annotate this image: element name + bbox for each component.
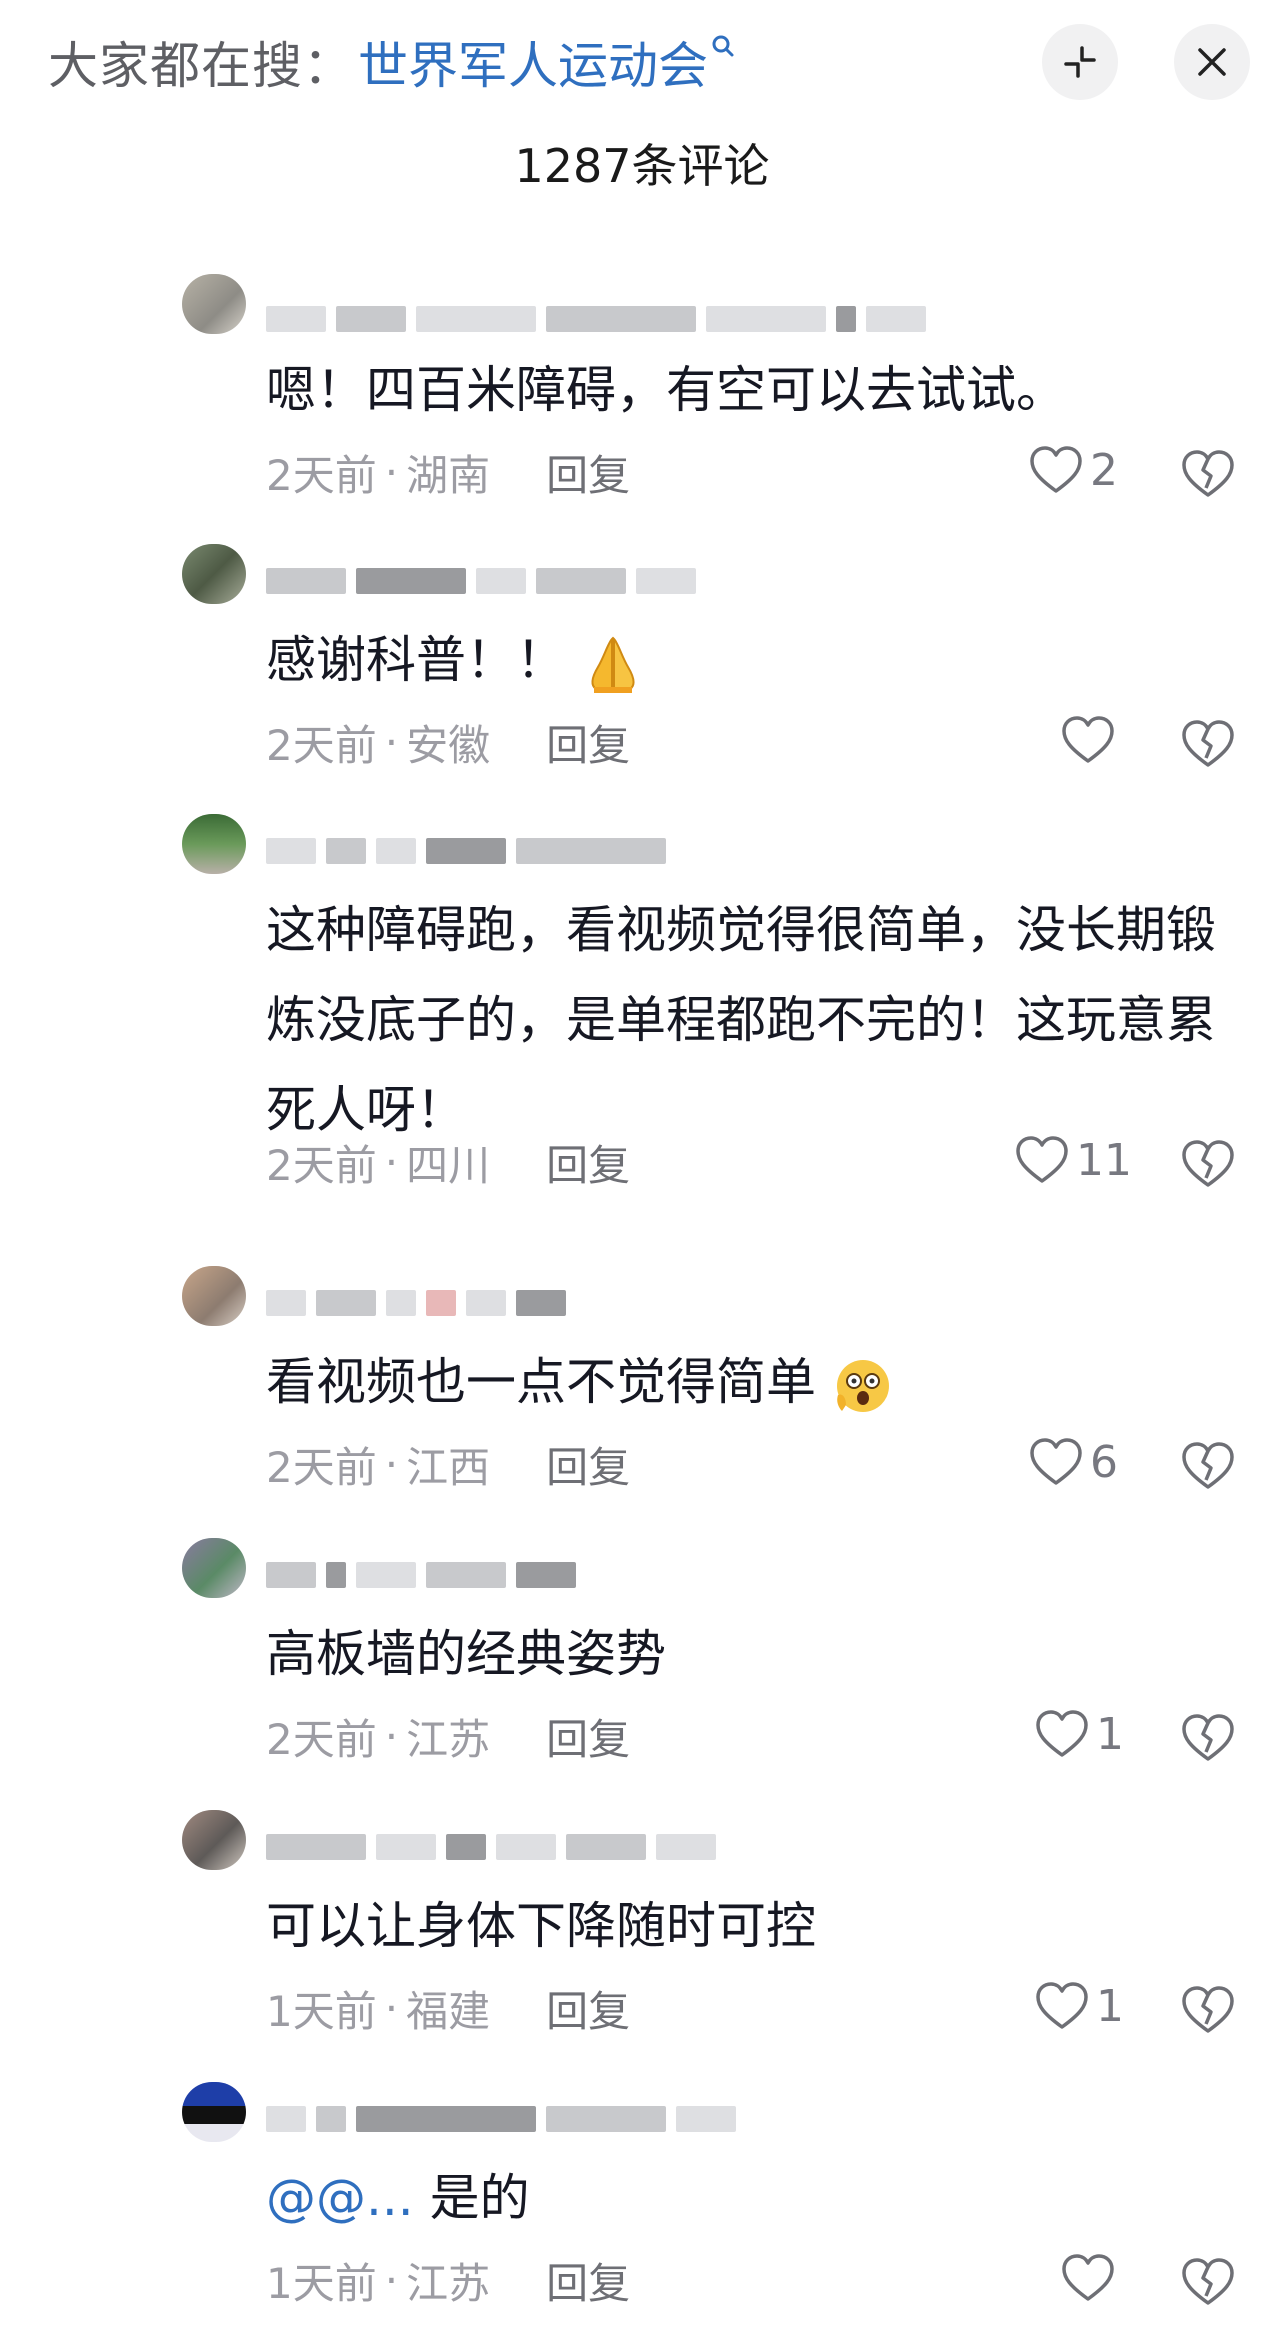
search-term[interactable]: 世界军人运动会	[358, 26, 708, 98]
heart-icon	[1030, 1438, 1082, 1485]
like-button[interactable]	[1060, 714, 1122, 766]
comment-item: 嗯！四百米障碍，有空可以去试试。 2天前 · 湖南 回复 2	[0, 270, 1284, 520]
avatar[interactable]	[182, 2082, 246, 2142]
reply-button[interactable]: 回复	[546, 712, 630, 773]
reply-button[interactable]: 回复	[546, 1978, 630, 2039]
comment-time: 2天前	[266, 720, 377, 770]
username-blurred[interactable]	[266, 1828, 716, 1866]
comment-location: 福建	[406, 1986, 491, 2036]
comment-text: 看视频也一点不觉得简单	[266, 1337, 1246, 1427]
broken-heart-icon[interactable]	[1180, 2254, 1236, 2310]
comment-time: 2天前	[266, 1140, 377, 1190]
comment-meta: 2天前 · 安徽 回复	[266, 712, 630, 772]
comment-time: 2天前	[266, 1442, 377, 1492]
comment-count-title: 1287条评论	[514, 139, 770, 193]
heart-icon	[1036, 1710, 1088, 1757]
shocked-face-emoji-icon	[836, 1359, 889, 1412]
reply-button[interactable]: 回复	[546, 1434, 630, 1495]
reply-button[interactable]: 回复	[546, 2250, 630, 2311]
avatar[interactable]	[182, 1810, 246, 1870]
like-button[interactable]: 1	[1034, 1708, 1124, 1760]
close-icon	[1198, 48, 1226, 76]
folded-hands-emoji-icon	[591, 636, 635, 693]
reply-button[interactable]: 回复	[546, 1132, 630, 1193]
comment-text: 感谢科普！！	[266, 615, 1246, 705]
username-blurred[interactable]	[266, 2100, 736, 2138]
comment-text: 这种障碍跑，看视频觉得很简单，没长期锻炼没底子的，是单程都跑不完的！这玩意累死人…	[266, 901, 1216, 1139]
comment-location: 湖南	[406, 450, 491, 500]
comment-meta: 1天前 · 福建 回复	[266, 1978, 630, 2038]
comment-item: 看视频也一点不觉得简单 2天前 · 江西 回复 6	[0, 1262, 1284, 1512]
mention-link[interactable]: @@...	[266, 2169, 414, 2227]
comment-meta: 1天前 · 江苏 回复	[266, 2250, 630, 2310]
search-icon[interactable]	[710, 33, 736, 63]
broken-heart-icon[interactable]	[1180, 1136, 1236, 1192]
comment-text: 可以让身体下降随时可控	[266, 1897, 816, 1955]
comment-meta: 2天前 · 湖南 回复	[266, 442, 630, 502]
broken-heart-icon[interactable]	[1180, 716, 1236, 772]
like-count: 2	[1090, 444, 1118, 496]
username-blurred[interactable]	[266, 300, 926, 338]
reply-button[interactable]: 回复	[546, 442, 630, 503]
comment-meta: 2天前 · 四川 回复	[266, 1132, 630, 1192]
like-button[interactable]: 1	[1034, 1980, 1124, 2032]
username-blurred[interactable]	[266, 1556, 576, 1594]
comment-location: 江苏	[406, 2258, 491, 2308]
like-count: 6	[1090, 1436, 1118, 1488]
comment-item: @@... 是的 1天前 · 江苏 回复	[0, 2078, 1284, 2328]
avatar[interactable]	[182, 544, 246, 604]
search-prefix: 大家都在搜：	[48, 37, 354, 95]
comment-location: 江苏	[406, 1714, 491, 1764]
broken-heart-icon[interactable]	[1180, 1710, 1236, 1766]
comment-location: 四川	[406, 1140, 491, 1190]
comment-meta: 2天前 · 江苏 回复	[266, 1706, 630, 1766]
like-count: 1	[1096, 1980, 1124, 2032]
heart-icon	[1016, 1136, 1068, 1183]
comment-text: 嗯！四百米障碍，有空可以去试试。	[266, 361, 1066, 419]
like-count: 11	[1076, 1134, 1132, 1186]
comment-item: 高板墙的经典姿势 2天前 · 江苏 回复 1	[0, 1534, 1284, 1784]
comment-text-body: 看视频也一点不觉得简单	[266, 1353, 816, 1411]
like-button[interactable]: 6	[1028, 1436, 1118, 1488]
avatar[interactable]	[182, 814, 246, 874]
like-count: 1	[1096, 1708, 1124, 1760]
heart-icon	[1062, 2254, 1114, 2301]
reply-button[interactable]: 回复	[546, 1706, 630, 1767]
heart-icon	[1062, 716, 1114, 763]
comment-location: 江西	[406, 1442, 491, 1492]
close-button[interactable]	[1174, 24, 1250, 100]
comment-text-body: 是的	[413, 2169, 530, 2227]
avatar[interactable]	[182, 1266, 246, 1326]
like-button[interactable]: 2	[1028, 444, 1118, 496]
avatar[interactable]	[182, 1538, 246, 1598]
search-suggestion[interactable]: 大家都在搜： 世界军人运动会	[48, 22, 736, 102]
username-blurred[interactable]	[266, 832, 666, 870]
like-button[interactable]	[1060, 2252, 1122, 2304]
avatar[interactable]	[182, 274, 246, 334]
comment-item: 这种障碍跑，看视频觉得很简单，没长期锻炼没底子的，是单程都跑不完的！这玩意累死人…	[0, 810, 1284, 1210]
collapse-icon	[1064, 46, 1096, 78]
comment-time: 1天前	[266, 2258, 377, 2308]
collapse-button[interactable]	[1042, 24, 1118, 100]
comment-time: 2天前	[266, 450, 377, 500]
comment-location: 安徽	[406, 720, 491, 770]
username-blurred[interactable]	[266, 562, 696, 600]
comment-text: @@... 是的	[266, 2153, 1246, 2243]
comment-time: 2天前	[266, 1714, 377, 1764]
comment-item: 可以让身体下降随时可控 1天前 · 福建 回复 1	[0, 1806, 1284, 2056]
comment-time: 1天前	[266, 1986, 377, 2036]
username-blurred[interactable]	[266, 1284, 566, 1322]
heart-icon	[1030, 446, 1082, 493]
comment-meta: 2天前 · 江西 回复	[266, 1434, 630, 1494]
comment-text-body: 感谢科普！！	[266, 631, 566, 689]
like-button[interactable]: 11	[1014, 1134, 1132, 1186]
comment-item: 感谢科普！！ 2天前 · 安徽 回复	[0, 540, 1284, 790]
comment-text: 高板墙的经典姿势	[266, 1625, 666, 1683]
heart-icon	[1036, 1982, 1088, 2029]
broken-heart-icon[interactable]	[1180, 1982, 1236, 2038]
broken-heart-icon[interactable]	[1180, 1438, 1236, 1494]
broken-heart-icon[interactable]	[1180, 446, 1236, 502]
